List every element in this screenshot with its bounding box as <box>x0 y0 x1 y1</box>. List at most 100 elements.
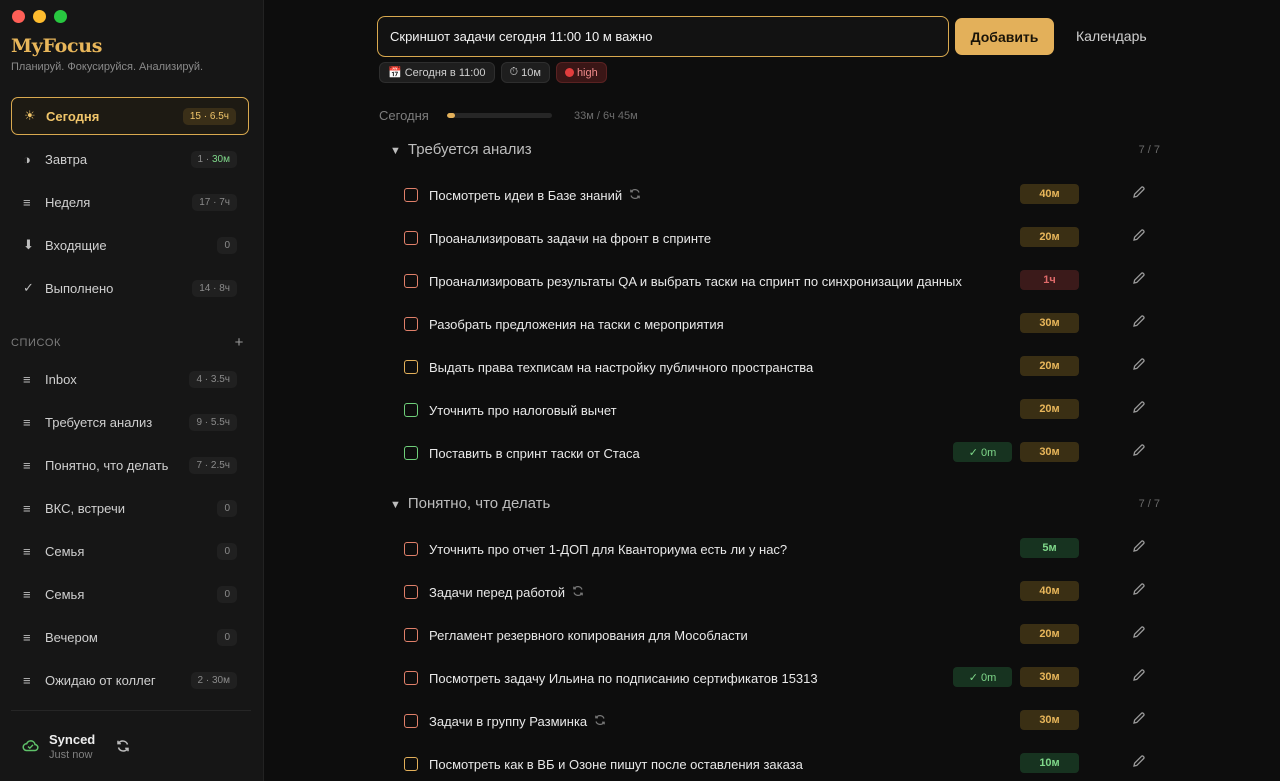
task-row[interactable]: Проанализировать задачи на фронт в сприн… <box>404 227 1154 249</box>
estimate-badge[interactable]: 30м <box>1020 710 1079 730</box>
task-checkbox[interactable] <box>404 714 418 728</box>
pencil-icon[interactable] <box>1132 400 1146 417</box>
pencil-icon[interactable] <box>1132 625 1146 642</box>
estimate-badge[interactable]: 30м <box>1020 442 1079 462</box>
priority-chip[interactable]: high <box>555 62 607 83</box>
parsed-chips: 📅 Сегодня в 11:00 ⏱ 10м high <box>379 62 607 83</box>
collapse-triangle-icon[interactable]: ▼ <box>390 499 401 511</box>
task-checkbox[interactable] <box>404 360 418 374</box>
task-row[interactable]: Посмотреть задачу Ильина по подписанию с… <box>404 667 1154 689</box>
zoom-window-button[interactable] <box>54 10 67 23</box>
sidebar-item-count: 17 · 7ч <box>192 193 237 211</box>
list-icon: ≡ <box>23 194 31 210</box>
estimate-badge[interactable]: 20м <box>1020 399 1079 419</box>
sidebar-item-3[interactable]: ⬇ Входящие 0 <box>11 226 249 264</box>
sidebar-item-2[interactable]: ≡ Неделя 17 · 7ч <box>11 183 249 221</box>
task-title: Уточнить про налоговый вычет <box>429 402 617 418</box>
quick-add-field[interactable] <box>377 16 949 57</box>
add-task-button[interactable]: Добавить <box>955 18 1054 55</box>
sidebar-list-4[interactable]: ≡ Семья 0 <box>11 532 249 570</box>
pencil-icon[interactable] <box>1132 185 1146 202</box>
task-checkbox[interactable] <box>404 671 418 685</box>
task-checkbox[interactable] <box>404 585 418 599</box>
pencil-icon[interactable] <box>1132 539 1146 556</box>
sync-subtitle: Just now <box>49 749 93 761</box>
sidebar-list-7[interactable]: ≡ Ожидаю от коллег 2 · 30м <box>11 661 249 699</box>
task-row[interactable]: Задачи перед работой 40м <box>404 581 1154 603</box>
task-row[interactable]: Уточнить про отчет 1-ДОП для Кванториума… <box>404 538 1154 560</box>
pencil-icon[interactable] <box>1132 271 1146 288</box>
task-title: Задачи в группу Разминка <box>429 713 588 729</box>
estimate-badge[interactable]: 20м <box>1020 227 1079 247</box>
task-row[interactable]: Регламент резервного копирования для Мос… <box>404 624 1154 646</box>
task-checkbox[interactable] <box>404 542 418 556</box>
pencil-icon[interactable] <box>1132 443 1146 460</box>
list-icon: ≡ <box>23 371 31 387</box>
estimate-badge[interactable]: 40м <box>1020 581 1079 601</box>
sidebar-list-5[interactable]: ≡ Семья 0 <box>11 575 249 613</box>
task-row[interactable]: Выдать права техписам на настройку публи… <box>404 356 1154 378</box>
task-checkbox[interactable] <box>404 188 418 202</box>
check-icon: ✓ <box>23 280 34 295</box>
estimate-badge[interactable]: 40м <box>1020 184 1079 204</box>
task-title: Посмотреть идеи в Базе знаний <box>429 187 623 203</box>
task-checkbox[interactable] <box>404 274 418 288</box>
task-row[interactable]: Проанализировать результаты QA и выбрать… <box>404 270 1154 292</box>
pencil-icon[interactable] <box>1132 357 1146 374</box>
estimate-badge[interactable]: 30м <box>1020 667 1079 687</box>
minimize-window-button[interactable] <box>33 10 46 23</box>
task-checkbox[interactable] <box>404 317 418 331</box>
sidebar-item-4[interactable]: ✓ Выполнено 14 · 8ч <box>11 269 249 307</box>
task-row[interactable]: Задачи в группу Разминка 30м <box>404 710 1154 732</box>
pencil-icon[interactable] <box>1132 314 1146 331</box>
refresh-icon[interactable] <box>116 739 130 756</box>
duration-chip[interactable]: ⏱ 10м <box>500 62 550 83</box>
sidebar: MyFocus Планируй. Фокусируйся. Анализиру… <box>0 0 264 781</box>
estimate-badge[interactable]: 20м <box>1020 624 1079 644</box>
list-icon: ≡ <box>23 586 31 602</box>
date-chip-label: Сегодня в 11:00 <box>404 66 486 79</box>
date-chip[interactable]: 📅 Сегодня в 11:00 <box>379 62 495 83</box>
task-checkbox[interactable] <box>404 446 418 460</box>
sidebar-list-1[interactable]: ≡ Требуется анализ 9 · 5.5ч <box>11 403 249 441</box>
sidebar-list-3[interactable]: ≡ ВКС, встречи 0 <box>11 489 249 527</box>
sidebar-list-label: Требуется анализ <box>45 414 153 430</box>
sidebar-list-label: Семья <box>45 543 85 559</box>
task-row[interactable]: Поставить в спринт таски от Стаса ✓ 0m 30м <box>404 442 1154 464</box>
task-checkbox[interactable] <box>404 231 418 245</box>
estimate-badge[interactable]: 1ч <box>1020 270 1079 290</box>
task-checkbox[interactable] <box>404 403 418 417</box>
pencil-icon[interactable] <box>1132 228 1146 245</box>
sun-icon: ☀ <box>24 108 36 123</box>
pencil-icon[interactable] <box>1132 711 1146 728</box>
sidebar-list-2[interactable]: ≡ Понятно, что делать 7 · 2.5ч <box>11 446 249 484</box>
pencil-icon[interactable] <box>1132 754 1146 771</box>
repeat-icon <box>629 188 641 203</box>
task-row[interactable]: Посмотреть идеи в Базе знаний 40м <box>404 184 1154 206</box>
collapse-triangle-icon[interactable]: ▼ <box>390 145 401 157</box>
calendar-link[interactable]: Календарь <box>1076 28 1147 44</box>
app-tagline: Планируй. Фокусируйся. Анализируй. <box>11 61 204 73</box>
close-window-button[interactable] <box>12 10 25 23</box>
estimate-badge[interactable]: 20м <box>1020 356 1079 376</box>
estimate-badge[interactable]: 10м <box>1020 753 1079 773</box>
task-checkbox[interactable] <box>404 628 418 642</box>
task-row[interactable]: Разобрать предложения на таски с меропри… <box>404 313 1154 335</box>
estimate-badge[interactable]: 5м <box>1020 538 1079 558</box>
sidebar-item-0[interactable]: ☀ Сегодня 15 · 6.5ч <box>11 97 249 135</box>
sidebar-list-6[interactable]: ≡ Вечером 0 <box>11 618 249 656</box>
task-row[interactable]: Посмотреть как в ВБ и Озоне пишут после … <box>404 753 1154 775</box>
pencil-icon[interactable] <box>1132 668 1146 685</box>
sidebar-list-0[interactable]: ≡ Inbox 4 · 3.5ч <box>11 360 249 398</box>
sidebar-item-1[interactable]: ◑ Завтра 1 · 30м <box>11 140 249 178</box>
task-checkbox[interactable] <box>404 757 418 771</box>
group-count: 7 / 7 <box>1138 143 1160 156</box>
add-list-button[interactable]: + <box>235 334 244 351</box>
estimate-badge[interactable]: 30м <box>1020 313 1079 333</box>
quick-add-input[interactable] <box>390 29 936 44</box>
task-row[interactable]: Уточнить про налоговый вычет 20м <box>404 399 1154 421</box>
group-header[interactable]: ▼ Понятно, что делать 7 / 7 <box>390 495 1160 512</box>
group-header[interactable]: ▼ Требуется анализ 7 / 7 <box>390 141 1160 158</box>
progress-label: Сегодня <box>379 108 429 123</box>
pencil-icon[interactable] <box>1132 582 1146 599</box>
